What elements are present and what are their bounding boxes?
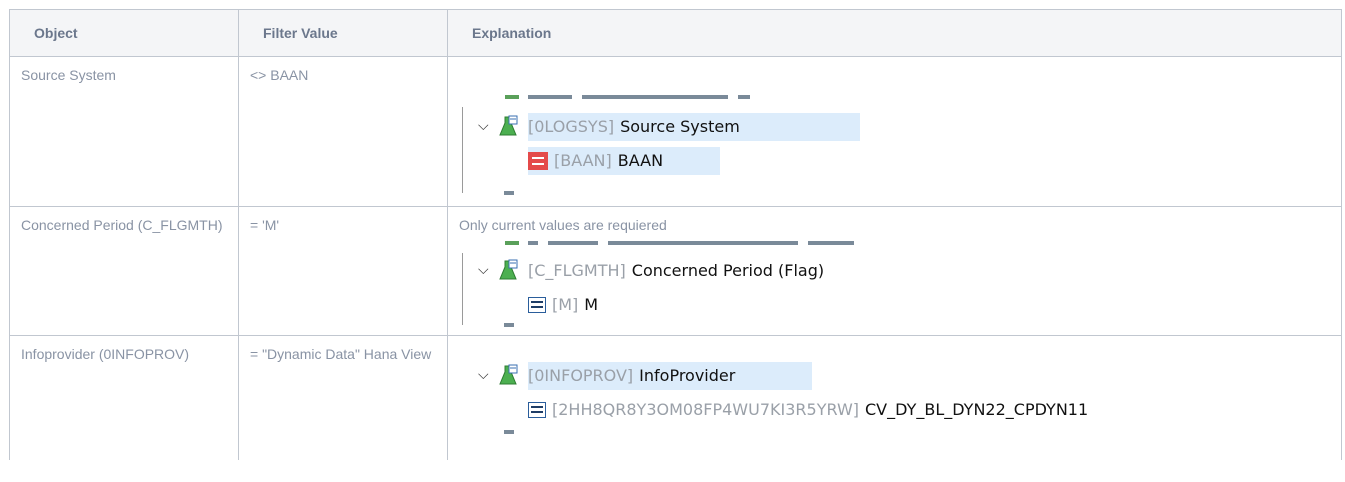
not-equal-red-icon [528,152,548,170]
filter-cell: = 'M' [238,206,448,336]
header-object: Object [9,9,239,57]
tree-node-name: Concerned Period (Flag) [631,261,825,280]
explanation-cell: ⌵ [0INFOPROV] InfoProvider [2HH8QR8Y3OM0… [447,335,1342,460]
characteristic-icon [498,364,518,386]
characteristic-icon [498,259,518,281]
object-cell: Concerned Period (C_FLGMTH) [9,206,239,336]
tree-node-child[interactable]: [2HH8QR8Y3OM08FP4WU7KI3R5YRW] CV_DY_BL_D… [528,396,1288,424]
tree-screenshot: ⌵ [0LOGSYS] Source System [BAAN] BAAN [448,95,1341,195]
tree-node-parent[interactable]: [C_FLGMTH] Concerned Period (Flag) [528,257,948,285]
tree-screenshot: ⌵ [C_FLGMTH] Concerned Period (Flag) [M]… [448,241,1341,327]
cropped-row [528,241,538,245]
cropped-row [528,95,572,99]
tree-node-tech-name: [C_FLGMTH] [528,261,626,280]
explanation-cell: Only current values are requiered ⌵ [C_F… [447,206,1342,336]
tree-node-name: BAAN [617,151,664,170]
filter-cell: <> BAAN [238,56,448,207]
tree-node-tech-name: [BAAN] [554,151,612,170]
cropped-row [738,95,750,99]
table-row: Source System <> BAAN ⌵ [0LOGSYS] Source… [9,56,1342,207]
tree-node-name: CV_DY_BL_DYN22_CPDYN11 [865,400,1089,419]
object-cell: Infoprovider (0INFOPROV) [9,335,239,460]
cropped-row [808,241,854,245]
tree-node-tech-name: [M] [552,295,579,314]
tree-node-parent[interactable]: [0LOGSYS] Source System [528,113,860,141]
equals-icon [528,297,546,313]
filter-table: Object Filter Value Explanation Source S… [9,9,1342,460]
header-explanation: Explanation [447,9,1342,57]
chevron-down-icon[interactable]: ⌵ [478,261,489,279]
chevron-down-icon[interactable]: ⌵ [478,366,489,384]
tree-node-tech-name: [0LOGSYS] [528,117,615,136]
cropped-row [608,241,798,245]
tree-node-child[interactable]: [M] M [528,291,648,319]
tree-screenshot: ⌵ [0INFOPROV] InfoProvider [2HH8QR8Y3OM0… [448,346,1341,446]
tree-node-parent[interactable]: [0INFOPROV] InfoProvider [528,362,812,390]
cropped-row [505,241,519,245]
table-row: Infoprovider (0INFOPROV) = "Dynamic Data… [9,335,1342,460]
tree-node-tech-name: [0INFOPROV] [528,366,634,385]
tree-node-name: M [584,295,599,314]
cropped-row [505,95,519,99]
cropped-row [548,241,598,245]
tree-node-child[interactable]: [BAAN] BAAN [528,147,720,175]
tree-node-name: InfoProvider [639,366,736,385]
cropped-row [582,95,728,99]
cropped-row [504,430,514,434]
filter-cell: = "Dynamic Data" Hana View [238,335,448,460]
table-row: Concerned Period (C_FLGMTH) = 'M' Only c… [9,206,1342,336]
characteristic-icon [498,115,518,137]
header-filter-value: Filter Value [238,9,448,57]
tree-guide-line [462,107,463,193]
explanation-cell: ⌵ [0LOGSYS] Source System [BAAN] BAAN [447,56,1342,207]
chevron-down-icon[interactable]: ⌵ [478,117,489,135]
cropped-row [504,191,514,195]
explanation-note: Only current values are requiered [459,217,667,233]
tree-node-name: Source System [620,117,740,136]
cropped-row [504,323,514,327]
header-row: Object Filter Value Explanation [9,9,1342,57]
object-cell: Source System [9,56,239,207]
tree-node-tech-name: [2HH8QR8Y3OM08FP4WU7KI3R5YRW] [552,400,859,419]
tree-guide-line [462,253,463,325]
equals-icon [528,402,546,418]
